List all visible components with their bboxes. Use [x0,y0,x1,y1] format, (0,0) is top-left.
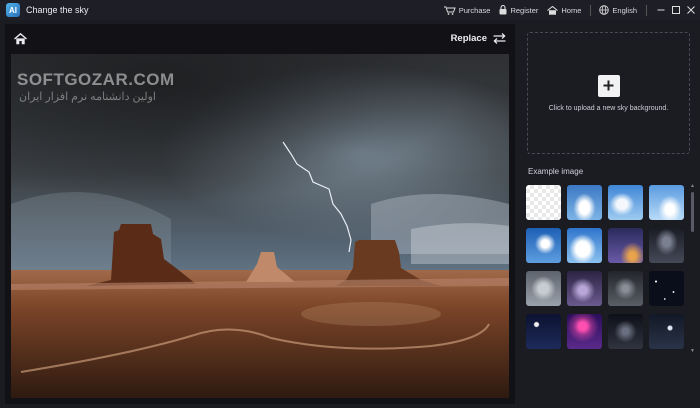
scroll-thumb[interactable] [691,192,694,232]
landscape-photo [11,54,509,398]
example-thumb-blue-cloudy[interactable] [608,185,643,220]
title-bar: AI Change the sky Purchase Register Home… [0,0,700,20]
minimize-button[interactable] [655,4,667,16]
globe-icon [599,5,610,15]
sky-panel: Click to upload a new sky background. Ex… [520,24,698,406]
app-title: Change the sky [26,5,89,15]
example-scrollbar[interactable]: ▲ ▼ [690,184,695,354]
close-button[interactable] [685,4,697,16]
example-thumb-night-moon[interactable] [526,314,561,349]
minimize-icon [657,9,665,11]
language-label: English [612,5,637,15]
editor-panel: Replace SOFTGOZAR.COM اولین دانشنامه نرم… [5,24,515,404]
example-thumb-gray-overcast[interactable] [526,271,561,306]
close-icon [687,6,695,14]
purchase-label: Purchase [458,5,491,15]
home-link[interactable]: Home [547,5,582,15]
upload-dropzone[interactable]: Click to upload a new sky background. [527,32,690,154]
purchase-link[interactable]: Purchase [443,5,491,15]
watermark-subtitle: اولین دانشنامه نرم افزار ایران [19,91,156,103]
photo-canvas[interactable]: SOFTGOZAR.COM اولین دانشنامه نرم افزار ا… [11,54,509,398]
home-icon [547,5,559,15]
example-thumb-dark-clouds[interactable] [608,271,643,306]
replace-button[interactable]: Replace [451,33,506,44]
editor-toolbar: Replace [5,24,515,52]
scroll-up-arrow[interactable]: ▲ [690,184,695,189]
example-thumb-blue-cumulus[interactable] [567,185,602,220]
example-thumb-dark-storm[interactable] [649,228,684,263]
swap-icon [493,33,506,44]
register-label: Register [510,5,539,15]
example-thumb-bright-clouds[interactable] [567,228,602,263]
watermark: SOFTGOZAR.COM [17,70,175,89]
example-thumb-light-blue[interactable] [649,185,684,220]
example-grid [526,185,686,349]
lock-icon [499,5,507,15]
cart-icon [443,6,456,15]
upload-hint: Click to upload a new sky background. [548,104,669,112]
example-thumb-night-sky[interactable] [649,314,684,349]
maximize-icon [672,6,680,14]
example-thumb-pink-nebula[interactable] [567,314,602,349]
add-sky-button[interactable] [597,74,620,97]
divider [646,4,647,16]
example-thumb-deep-blue[interactable] [526,228,561,263]
replace-label: Replace [450,33,487,44]
register-link[interactable]: Register [499,5,538,15]
maximize-button[interactable] [670,4,682,16]
home-label: Home [561,5,582,15]
example-thumb-purple-dusk[interactable] [608,228,643,263]
example-thumb-night-stars[interactable] [649,271,684,306]
divider [590,4,592,16]
app-logo: AI [6,3,20,17]
example-heading: Example image [528,167,584,176]
scroll-down-arrow[interactable]: ▼ [690,349,695,354]
example-thumb-transparent[interactable] [526,185,561,220]
plus-icon [603,80,614,91]
example-thumb-night-clouds[interactable] [608,314,643,349]
home-icon[interactable] [14,33,27,45]
language-selector[interactable]: English [599,5,637,15]
example-thumb-purple-clouds[interactable] [567,271,602,306]
